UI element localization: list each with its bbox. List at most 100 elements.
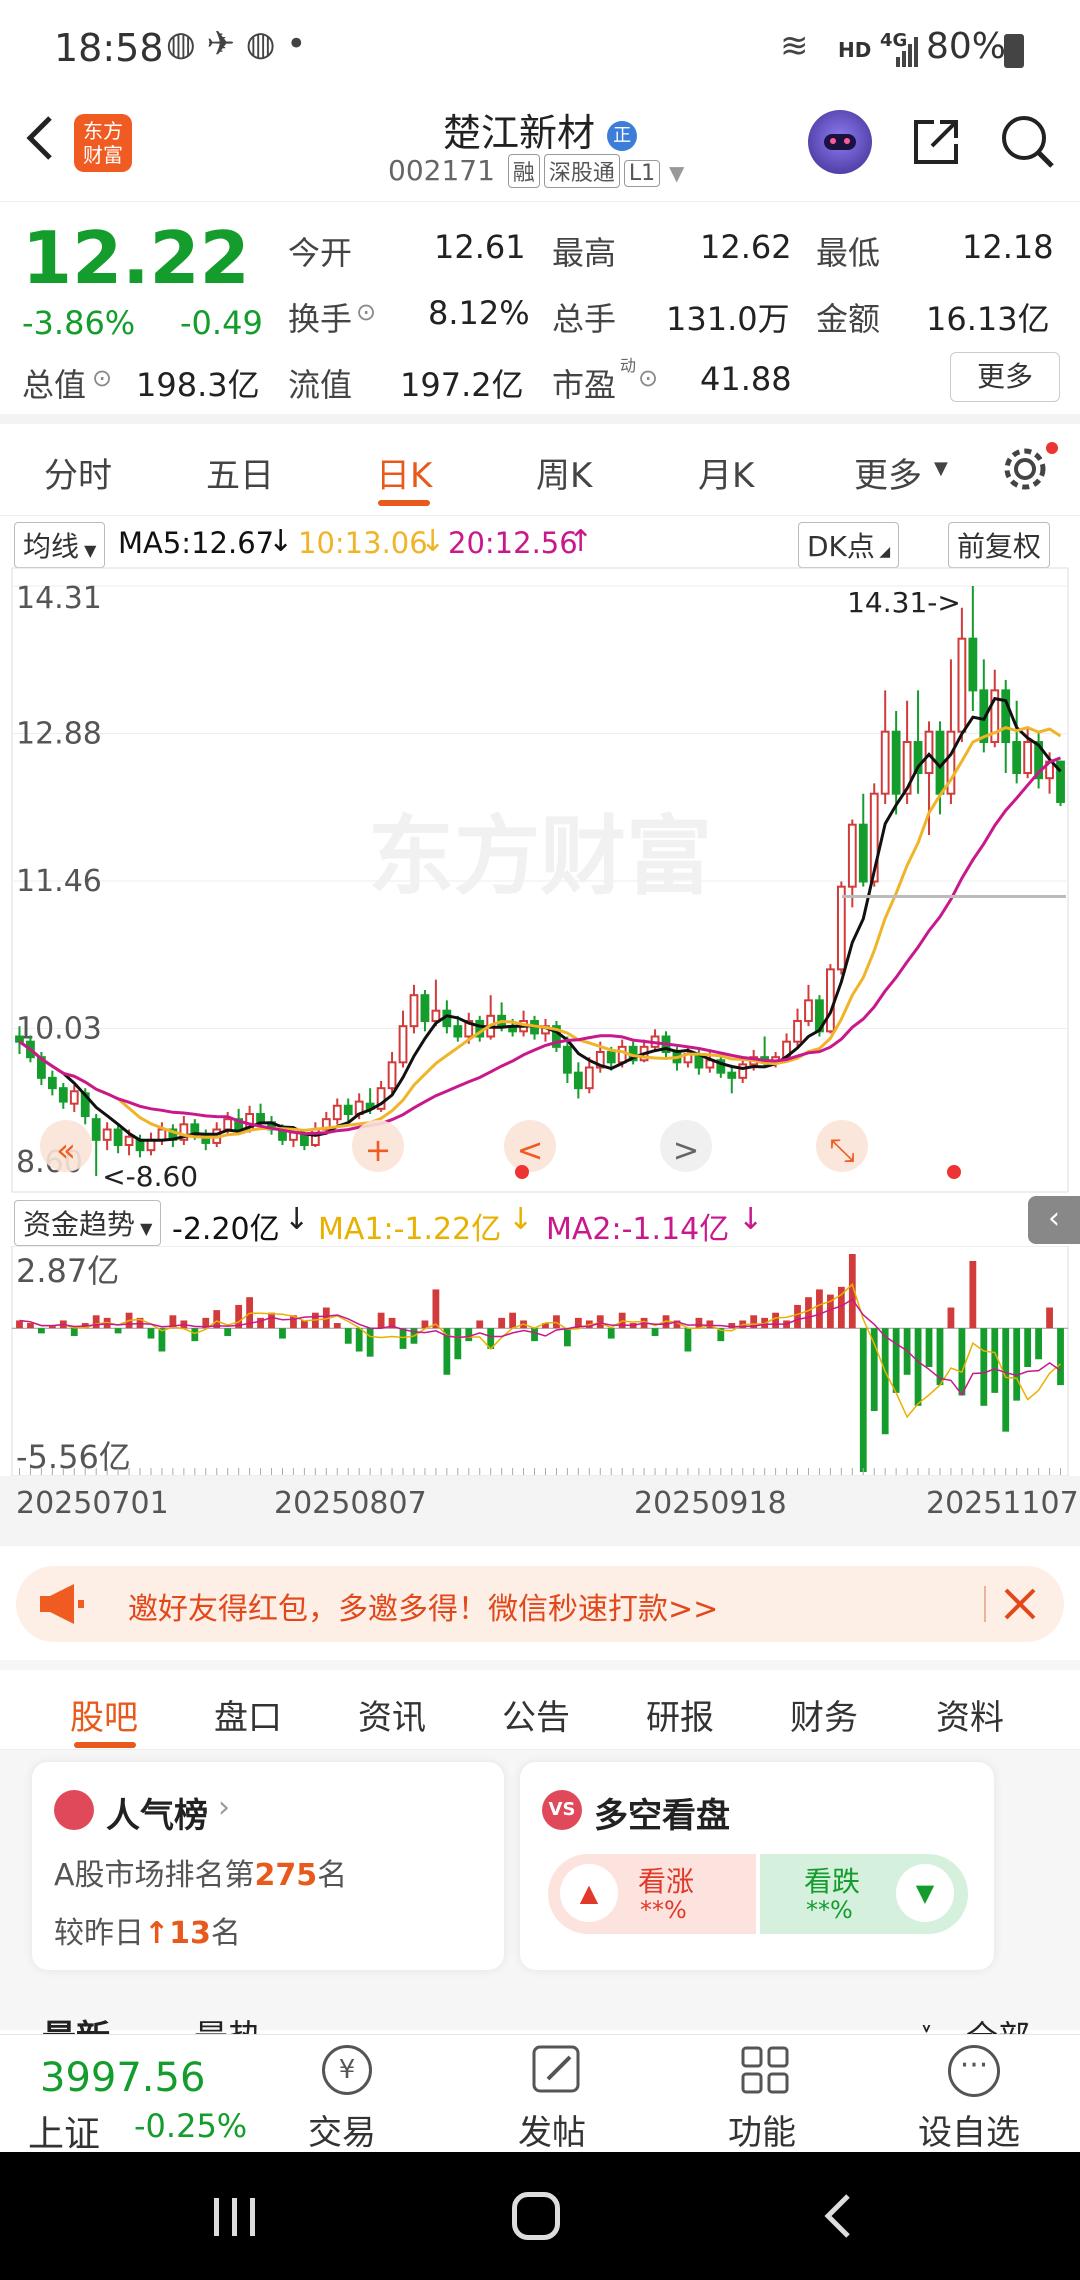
tab-five-day[interactable]: 五日 [206, 448, 274, 497]
quote-panel: 12.22 -3.86% -0.49 今开 12.61 最高 12.62 最低 … [0, 202, 1080, 424]
flow-bar [432, 1289, 440, 1329]
fund-flow-chart[interactable]: 2.87亿 -5.56亿 [0, 1246, 1080, 1476]
flow-bar [859, 1328, 867, 1472]
battery-level: 80% [926, 26, 1007, 67]
date-tick: 20251107 [926, 1486, 1079, 1521]
index-value[interactable]: 3997.56 [40, 2055, 205, 2101]
rank-value: 275 [254, 1858, 318, 1893]
candlestick-chart[interactable]: 东方财富14.3112.8811.4610.038.6014.31-><-8.6… [0, 566, 1080, 1196]
tab-financials[interactable]: 财务 [790, 1690, 858, 1739]
popularity-card[interactable]: 人气榜 › A股市场排名第275名 较昨日↑13名 [32, 1762, 504, 1970]
back-nav-icon[interactable] [820, 2190, 856, 2246]
flow-bar [70, 1328, 78, 1336]
y-tick-label: 14.31 [16, 581, 102, 616]
robot-assistant-icon[interactable] [808, 110, 872, 174]
tab-monthly-k[interactable]: 月K [698, 448, 754, 497]
tab-more[interactable]: 更多 [854, 448, 922, 497]
trade-icon[interactable]: ¥ [322, 2045, 372, 2095]
adjust-button[interactable]: 前复权 [948, 522, 1051, 568]
tab-profile[interactable]: 资料 [936, 1690, 1004, 1739]
candle-body [47, 1076, 57, 1090]
watchlist-icon[interactable]: ··· [948, 2045, 1000, 2097]
recents-icon[interactable] [212, 2196, 258, 2242]
flow-bar [16, 1320, 23, 1329]
flow-bar [279, 1328, 286, 1339]
pe-superscript: 动 [620, 356, 637, 375]
date-axis: 20250701 20250807 20250918 20251107 [0, 1476, 1080, 1546]
index-name: 上证 [28, 2114, 101, 2155]
trade-label[interactable]: 交易 [308, 2105, 376, 2154]
tab-orderbook[interactable]: 盘口 [214, 1690, 282, 1739]
volume-value: 131.0万 [666, 300, 790, 338]
candle-body [562, 1045, 572, 1074]
bullish-button[interactable]: ▲ 看涨 **% [548, 1854, 756, 1934]
close-icon[interactable] [1000, 1584, 1040, 1628]
date-tick: 20250918 [634, 1486, 787, 1521]
ma-selector-label: 均线 [23, 530, 80, 563]
y-tick-label: 11.46 [16, 864, 102, 899]
share-icon[interactable] [908, 114, 964, 174]
float-label: 流值 [288, 366, 353, 404]
info-icon[interactable]: ⊙ [92, 364, 112, 392]
sentiment-card[interactable]: VS 多空看盘 ▲ 看涨 **% 看跌 **% ▼ [520, 1762, 994, 1970]
caret-down-icon: ▼ [135, 1219, 153, 1238]
tab-news[interactable]: 资讯 [358, 1690, 426, 1739]
tab-daily-k[interactable]: 日K [376, 448, 432, 497]
bearish-button[interactable]: 看跌 **% ▼ [760, 1854, 968, 1934]
dk-point-button[interactable]: DK点 ◢ [798, 522, 900, 568]
post-label[interactable]: 发帖 [518, 2105, 586, 2154]
grid-icon[interactable] [740, 2045, 790, 2099]
caret-down-icon[interactable]: ▼ [669, 161, 684, 185]
edit-post-icon[interactable] [530, 2043, 584, 2101]
search-icon[interactable] [998, 112, 1058, 176]
tab-active-underline [378, 500, 430, 506]
indicator-value: -2.20亿 [172, 1212, 280, 1247]
chart-control-icon: ⤡ [829, 1131, 855, 1169]
promo-banner[interactable]: 邀好友得红包，多邀多得！微信秒速打款>> [16, 1566, 1064, 1642]
indicator-selector[interactable]: 资金趋势 ▼ [14, 1200, 162, 1246]
tab-research[interactable]: 研报 [646, 1690, 714, 1739]
tab-forum[interactable]: 股吧 [70, 1690, 138, 1739]
flow-bar [498, 1317, 506, 1329]
flow-bar [881, 1328, 889, 1435]
flow-bar [509, 1312, 517, 1329]
settings-icon[interactable] [1000, 444, 1050, 503]
candle-body [431, 1009, 441, 1023]
stock-header: 东方 财富 楚江新材 正 002171 融深股通 L1 ▼ [0, 96, 1080, 202]
info-icon[interactable]: ⊙ [638, 364, 658, 392]
ma1-legend: MA1:-1.22亿 [318, 1212, 502, 1247]
flow-bar [476, 1320, 484, 1329]
flow-bar [947, 1307, 955, 1329]
more-button[interactable]: 更多 [950, 352, 1060, 402]
candle-body [957, 637, 967, 733]
tab-weekly-k[interactable]: 周K [536, 448, 592, 497]
home-icon[interactable] [512, 2192, 560, 2240]
rank-change-value: 13 [169, 1916, 211, 1951]
arrow-up-icon: ▲ [560, 1864, 618, 1922]
banner-text: 邀好友得红包，多邀多得！微信秒速打款>> [128, 1592, 719, 1627]
function-label[interactable]: 功能 [728, 2105, 796, 2154]
back-icon[interactable] [20, 108, 60, 172]
collapse-tab[interactable]: ‹ [1028, 1196, 1080, 1244]
indicator-legend-bar: 资金趋势 ▼ -2.20亿 ↓ MA1:-1.22亿 ↓ MA2:-1.14亿 … [0, 1196, 1080, 1247]
rank-line: A股市场排名第275名 [54, 1850, 347, 1894]
watchlist-label[interactable]: 设自选 [918, 2105, 1020, 2154]
candle-body [584, 1066, 594, 1090]
flow-bar [892, 1328, 900, 1393]
vs-icon: VS [542, 1790, 582, 1830]
logo-line2: 财富 [83, 143, 123, 167]
change-prefix: 较昨日 [54, 1916, 144, 1951]
app-logo[interactable]: 东方 财富 [74, 114, 132, 172]
open-label: 今开 [288, 234, 353, 272]
tab-announcements[interactable]: 公告 [502, 1690, 570, 1739]
flow-bar [92, 1315, 100, 1329]
ma-selector[interactable]: 均线 ▼ [14, 522, 106, 568]
bearish-value: **% [806, 1896, 853, 1924]
stock-code-row: 002171 融深股通 L1 ▼ [388, 154, 684, 188]
candle-body [398, 1025, 408, 1064]
high-label: 最高 [552, 234, 617, 272]
info-icon[interactable]: ⊙ [356, 298, 376, 326]
status-bar: 18:58 ◍ ✈ ◍ • ≋ HD 4G 80% [0, 0, 1080, 96]
tab-intraday[interactable]: 分时 [44, 448, 112, 497]
stock-name: 楚江新材 正 [443, 102, 638, 157]
